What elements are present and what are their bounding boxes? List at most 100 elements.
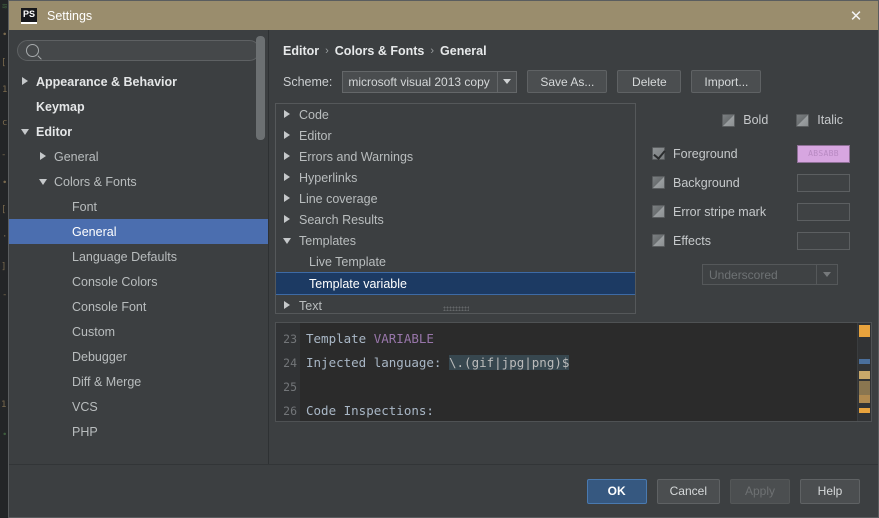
- code-text: Injected language:: [306, 355, 449, 370]
- sidebar-tree[interactable]: Appearance & Behavior Keymap Editor General…: [9, 67, 268, 464]
- color-tree-item-text[interactable]: Text: [276, 295, 635, 313]
- color-tree-item-hyperlinks[interactable]: Hyperlinks: [276, 167, 635, 188]
- sidebar-item-appearance-behavior[interactable]: Appearance & Behavior: [9, 69, 268, 94]
- chevron-down-icon[interactable]: [283, 236, 292, 245]
- color-swatch-effects[interactable]: [797, 231, 850, 250]
- checkbox-label: Background: [673, 175, 740, 190]
- apply-button[interactable]: Apply: [730, 478, 790, 504]
- checkbox-background[interactable]: Background: [652, 176, 797, 190]
- color-swatch-foreground[interactable]: ABSABB: [797, 144, 850, 163]
- checkbox-icon[interactable]: [796, 113, 810, 127]
- marker-bar[interactable]: [857, 323, 871, 421]
- sidebar-item-partial[interactable]: [9, 444, 268, 456]
- chevron-down-icon[interactable]: [497, 71, 517, 92]
- sidebar-item-vcs[interactable]: VCS: [9, 394, 268, 419]
- checkbox-effects[interactable]: Effects: [652, 234, 797, 248]
- breadcrumb: Editor › Colors & Fonts › General: [269, 30, 878, 58]
- import-button[interactable]: Import...: [691, 70, 762, 93]
- chevron-down-icon[interactable]: [816, 265, 837, 284]
- save-as-button[interactable]: Save As...: [527, 70, 608, 93]
- scheme-label: Scheme:: [283, 74, 333, 89]
- chevron-right-icon[interactable]: [283, 110, 292, 119]
- cancel-button[interactable]: Cancel: [656, 478, 720, 504]
- help-button[interactable]: Help: [800, 478, 860, 504]
- breadcrumb-separator: ›: [430, 45, 435, 57]
- chevron-right-icon[interactable]: [283, 301, 292, 310]
- screen-root: ≋ ∙ [ 1] c - ∙ [ · ] - 1] ∙ PS Settings …: [0, 0, 879, 518]
- sidebar-item-label: General: [54, 149, 99, 164]
- scheme-select[interactable]: microsoft visual 2013 copy: [342, 70, 518, 93]
- splitter-grip[interactable]: [442, 306, 469, 311]
- color-tree-item-templates[interactable]: Templates: [276, 230, 635, 251]
- chevron-down-icon[interactable]: [39, 177, 48, 186]
- ok-button[interactable]: OK: [586, 478, 647, 504]
- marker-stripe: [859, 325, 870, 337]
- color-tree-item-errors-and-warnings[interactable]: Errors and Warnings: [276, 146, 635, 167]
- sidebar-item-language-defaults[interactable]: Language Defaults: [9, 244, 268, 269]
- sidebar-item-colors-fonts[interactable]: Colors & Fonts: [9, 169, 268, 194]
- sidebar-item-label: Console Font: [72, 299, 147, 314]
- close-icon[interactable]: ✕: [834, 1, 878, 30]
- chevron-right-icon[interactable]: [39, 152, 48, 161]
- marker-stripe: [859, 395, 870, 403]
- sidebar-item-php[interactable]: PHP: [9, 419, 268, 444]
- checkbox-error-stripe-mark[interactable]: Error stripe mark: [652, 205, 797, 219]
- sidebar-item-general[interactable]: General: [9, 144, 268, 169]
- color-swatch-background[interactable]: [797, 173, 850, 192]
- color-tree-item-live-template[interactable]: Live Template: [276, 251, 635, 272]
- sidebar-item-font[interactable]: Font: [9, 194, 268, 219]
- chevron-right-icon[interactable]: [283, 194, 292, 203]
- color-tree-item-search-results[interactable]: Search Results: [276, 209, 635, 230]
- sidebar-item-label: Console Colors: [72, 274, 158, 289]
- sidebar-item-console-colors[interactable]: Console Colors: [9, 269, 268, 294]
- chevron-right-icon[interactable]: [283, 215, 292, 224]
- line-number: 24: [283, 356, 297, 370]
- chevron-right-icon[interactable]: [283, 131, 292, 140]
- search-box[interactable]: [17, 40, 260, 61]
- delete-button[interactable]: Delete: [617, 70, 682, 93]
- checkbox-bold[interactable]: Bold: [722, 113, 768, 127]
- search-input[interactable]: [45, 42, 251, 59]
- checkbox-italic[interactable]: Italic: [796, 113, 843, 127]
- scheme-value: microsoft visual 2013 copy: [348, 74, 490, 89]
- sidebar-item-editor[interactable]: Editor: [9, 119, 268, 144]
- checkbox-icon[interactable]: [652, 234, 665, 247]
- chevron-right-icon[interactable]: [21, 77, 30, 86]
- checkbox-icon[interactable]: [652, 205, 665, 218]
- checkbox-label: Effects: [673, 233, 711, 248]
- sidebar-item-label: Keymap: [36, 99, 85, 114]
- attribute-rows: Foreground ABSABB Background Error stripe m…: [652, 139, 860, 255]
- effect-type-select[interactable]: Underscored: [702, 264, 838, 285]
- sidebar-item-general[interactable]: General: [9, 219, 268, 244]
- color-tree-item-editor[interactable]: Editor: [276, 125, 635, 146]
- checkbox-icon[interactable]: [652, 147, 665, 160]
- color-swatch-error-stripe-mark[interactable]: [797, 202, 850, 221]
- color-tree-item-label: Hyperlinks: [299, 170, 358, 185]
- sidebar-item-debugger[interactable]: Debugger: [9, 344, 268, 369]
- checkbox-icon[interactable]: [652, 176, 665, 189]
- sidebar-scrollbar-thumb[interactable]: [256, 36, 265, 140]
- checkbox-label: Error stripe mark: [673, 204, 767, 219]
- color-tree-item-template-variable[interactable]: Template variable: [276, 272, 635, 295]
- color-settings-tree[interactable]: Code Editor Errors and Warnings Hyperlinks L…: [275, 103, 636, 314]
- chevron-down-icon[interactable]: [21, 127, 30, 136]
- code-line: Template VARIABLE: [306, 327, 857, 351]
- sidebar-item-label: VCS: [72, 399, 98, 414]
- chevron-right-icon[interactable]: [283, 173, 292, 182]
- color-tree-item-code[interactable]: Code: [276, 104, 635, 125]
- sidebar-item-custom[interactable]: Custom: [9, 319, 268, 344]
- sidebar-item-keymap[interactable]: Keymap: [9, 94, 268, 119]
- checkbox-icon[interactable]: [722, 113, 736, 127]
- preview-code[interactable]: Template VARIABLE Injected language: \.(g…: [300, 323, 857, 421]
- color-tree-item-label: Text: [299, 298, 322, 313]
- preview-pane[interactable]: 23 24 25 26 Template VARIABLE Injected langu…: [275, 322, 872, 422]
- chevron-right-icon[interactable]: [283, 152, 292, 161]
- checkbox-foreground[interactable]: Foreground: [652, 147, 797, 161]
- color-tree-item-line-coverage[interactable]: Line coverage: [276, 188, 635, 209]
- sidebar-item-diff-merge[interactable]: Diff & Merge: [9, 369, 268, 394]
- color-tree-item-label: Templates: [299, 233, 356, 248]
- sidebar-item-console-font[interactable]: Console Font: [9, 294, 268, 319]
